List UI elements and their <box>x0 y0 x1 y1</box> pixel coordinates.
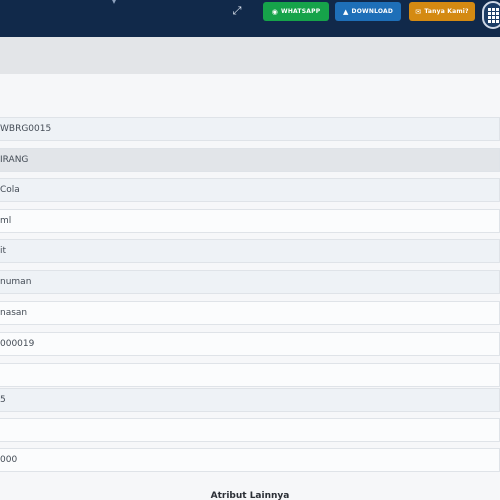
form-row-empty-2[interactable] <box>0 418 500 442</box>
top-navbar: ▾ ⤢ ◉ WHATSAPP ▲ DOWNLOAD ✉ Tanya Kami? <box>0 0 500 37</box>
form-row-value: IRANG <box>0 155 29 165</box>
form-row-type[interactable]: IRANG <box>0 148 500 172</box>
form-row-value: ml <box>0 216 12 226</box>
form-row-code[interactable]: WBRG0015 <box>0 117 500 141</box>
form-row-price[interactable]: 000 <box>0 448 500 472</box>
menu-dot-icon: ▾ <box>112 0 117 6</box>
form-row-value: it <box>0 246 7 256</box>
download-button-label: DOWNLOAD <box>351 8 394 15</box>
chat-icon: ✉ <box>415 7 422 16</box>
form-row-value: 000019 <box>0 339 35 349</box>
form-row-group[interactable]: nasan <box>0 301 500 325</box>
download-icon: ▲ <box>342 7 349 16</box>
form-row-unit[interactable]: ml <box>0 209 500 233</box>
avatar[interactable] <box>482 1 500 29</box>
form-row-value: numan <box>0 277 32 287</box>
ask-us-button[interactable]: ✉ Tanya Kami? <box>409 2 475 21</box>
grid-avatar-icon <box>488 8 499 23</box>
form-panel: WBRG0015 IRANG Cola ml it numan nasan 00… <box>0 74 500 500</box>
form-row-name[interactable]: Cola <box>0 178 500 202</box>
form-row-number[interactable]: 000019 <box>0 332 500 356</box>
whatsapp-button-label: WHATSAPP <box>281 8 321 15</box>
form-row-value: WBRG0015 <box>0 124 52 134</box>
whatsapp-button[interactable]: ◉ WHATSAPP <box>263 2 329 21</box>
section-title: Atribut Lainnya <box>210 491 290 500</box>
whatsapp-icon: ◉ <box>271 7 279 16</box>
form-row-empty-1[interactable] <box>0 363 500 387</box>
download-button[interactable]: ▲ DOWNLOAD <box>335 2 401 21</box>
form-row-size[interactable]: it <box>0 239 500 263</box>
form-row-count[interactable]: 5 <box>0 388 500 412</box>
form-row-value: nasan <box>0 308 28 318</box>
page-header-band <box>0 37 500 74</box>
ask-us-button-label: Tanya Kami? <box>424 8 469 15</box>
expand-icon[interactable]: ⤢ <box>230 4 244 18</box>
form-row-category[interactable]: numan <box>0 270 500 294</box>
form-row-value: 5 <box>0 395 6 405</box>
form-row-value: Cola <box>0 185 20 195</box>
form-row-value: 000 <box>0 455 18 465</box>
